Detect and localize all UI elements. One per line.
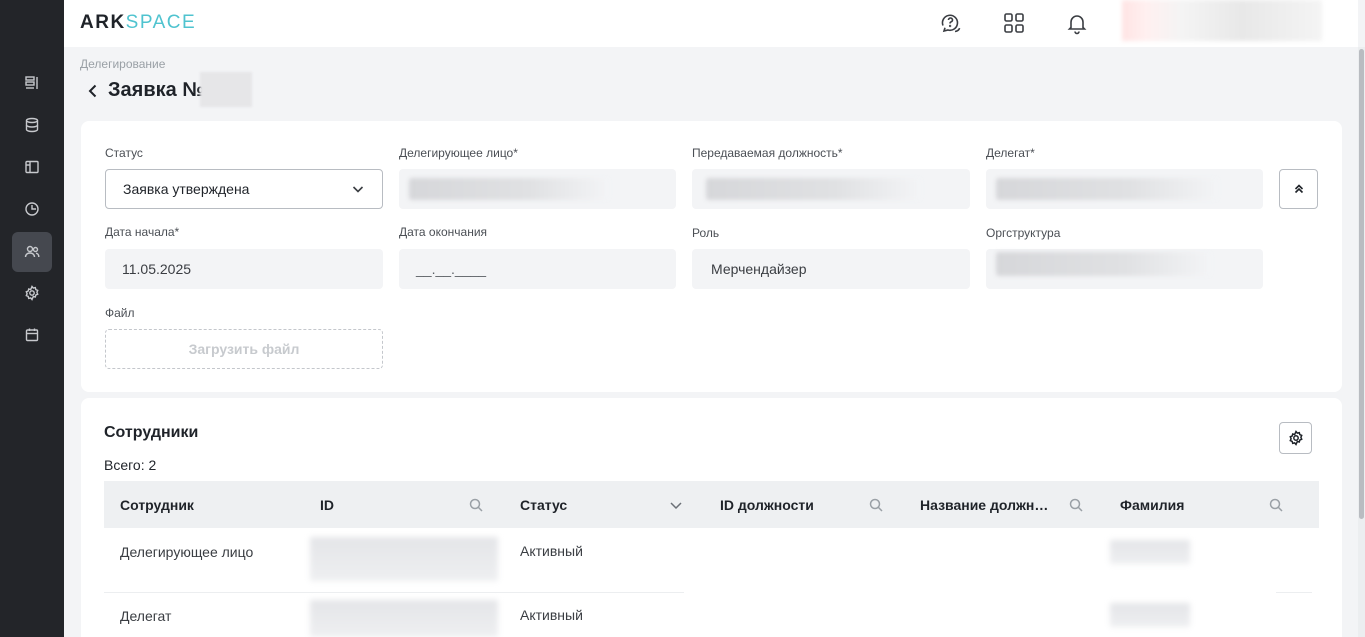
logo-part-space: SPACE xyxy=(125,12,197,33)
chevron-down-icon[interactable] xyxy=(668,497,684,513)
search-icon[interactable] xyxy=(1068,497,1084,513)
sidebar-item-reports[interactable] xyxy=(12,189,52,229)
column-employee[interactable]: Сотрудник xyxy=(120,497,194,513)
file-label: Файл xyxy=(105,306,135,320)
delegate-field[interactable] xyxy=(986,169,1263,209)
list-icon xyxy=(25,76,38,89)
app-logo[interactable]: ARKSPACE xyxy=(80,12,196,34)
position-value-redacted xyxy=(706,178,921,200)
row-divider xyxy=(1276,592,1312,593)
scrollbar-thumb[interactable] xyxy=(1359,49,1364,519)
chevron-down-icon xyxy=(351,182,365,196)
apps-grid-icon xyxy=(1004,13,1024,33)
search-icon[interactable] xyxy=(1268,497,1284,513)
breadcrumb[interactable]: Делегирование xyxy=(80,57,165,71)
end-date-label: Дата окончания xyxy=(399,225,488,239)
notifications-button[interactable] xyxy=(1065,11,1089,35)
gear-icon xyxy=(1288,430,1303,446)
employees-table-header: Сотрудник ID Статус ID должности Названи… xyxy=(104,481,1319,528)
role-field[interactable]: Мерчендайзер xyxy=(692,249,970,289)
row-employee: Делегат xyxy=(120,608,172,624)
pie-chart-icon xyxy=(25,202,39,216)
logo-part-ark: ARK xyxy=(80,12,126,33)
page-title-text: Заявка № xyxy=(108,79,205,101)
search-icon[interactable] xyxy=(868,497,884,513)
employees-title: Сотрудники xyxy=(104,424,199,441)
top-bar: ARKSPACE xyxy=(64,0,1358,47)
row-status: Активный xyxy=(520,607,583,623)
gear-icon xyxy=(25,285,39,301)
delegator-field[interactable] xyxy=(399,169,676,209)
row-divider xyxy=(104,592,684,593)
role-label: Роль xyxy=(692,226,720,240)
chevron-left-icon xyxy=(88,84,97,97)
position-label: Передаваемая должность* xyxy=(692,146,843,160)
row-status: Активный xyxy=(520,543,583,559)
status-select[interactable]: Заявка утверждена xyxy=(105,169,383,209)
org-structure-label: Оргструктура xyxy=(986,226,1061,240)
layout-icon xyxy=(25,160,39,174)
status-select-value: Заявка утверждена xyxy=(123,181,250,197)
sidebar-item-layout[interactable] xyxy=(12,147,52,187)
delegate-value-redacted xyxy=(996,178,1218,200)
page-scrollbar[interactable] xyxy=(1358,47,1365,637)
status-label: Статус xyxy=(105,146,143,160)
end-date-placeholder: __.__.____ xyxy=(416,261,487,277)
delegator-label: Делегирующее лицо* xyxy=(399,146,518,160)
table-settings-button[interactable] xyxy=(1279,422,1312,454)
org-structure-value-redacted xyxy=(996,252,1211,276)
support-chat-button[interactable] xyxy=(939,11,963,35)
position-field[interactable] xyxy=(692,169,970,209)
start-date-field[interactable]: 11.05.2025 xyxy=(105,249,383,289)
sidebar-item-settings[interactable] xyxy=(12,273,52,313)
calendar-icon xyxy=(25,328,39,342)
upload-file-button[interactable]: Загрузить файл xyxy=(105,329,383,369)
collapse-form-button[interactable] xyxy=(1279,169,1318,209)
delegate-label: Делегат* xyxy=(986,146,1035,160)
row-last-name-redacted xyxy=(1110,603,1190,627)
request-number-redacted xyxy=(200,72,252,107)
role-value: Мерчендайзер xyxy=(711,261,807,277)
row-last-name-redacted xyxy=(1110,540,1190,564)
support-chat-icon xyxy=(941,14,961,33)
sidebar-item-calendar[interactable] xyxy=(12,315,52,355)
users-icon xyxy=(24,245,40,258)
row-id-redacted xyxy=(310,600,498,637)
start-date-label: Дата начала* xyxy=(105,225,180,239)
org-structure-field[interactable] xyxy=(986,249,1263,289)
page-title: Заявка № xyxy=(84,79,205,102)
end-date-field[interactable]: __.__.____ xyxy=(399,249,676,289)
column-position-name[interactable]: Название должн… xyxy=(920,497,1048,513)
sidebar xyxy=(0,0,64,637)
start-date-value: 11.05.2025 xyxy=(122,261,192,277)
apps-grid-button[interactable] xyxy=(1002,11,1026,35)
column-id[interactable]: ID xyxy=(320,497,334,513)
sidebar-item-users[interactable] xyxy=(12,232,52,272)
back-button[interactable] xyxy=(84,82,102,100)
column-last-name[interactable]: Фамилия xyxy=(1120,497,1184,513)
row-employee: Делегирующее лицо xyxy=(120,544,254,560)
employees-total: Всего: 2 xyxy=(104,457,157,473)
column-status[interactable]: Статус xyxy=(520,497,567,513)
database-icon xyxy=(25,117,39,133)
column-position-id[interactable]: ID должности xyxy=(720,497,814,513)
sidebar-item-list[interactable] xyxy=(12,63,52,103)
chevrons-up-icon xyxy=(1294,184,1303,194)
row-id-redacted xyxy=(310,537,498,581)
delegator-value-redacted xyxy=(409,178,609,200)
user-profile[interactable] xyxy=(1122,0,1322,41)
bell-icon xyxy=(1067,15,1087,35)
search-icon[interactable] xyxy=(468,497,484,513)
sidebar-item-database[interactable] xyxy=(12,105,52,145)
